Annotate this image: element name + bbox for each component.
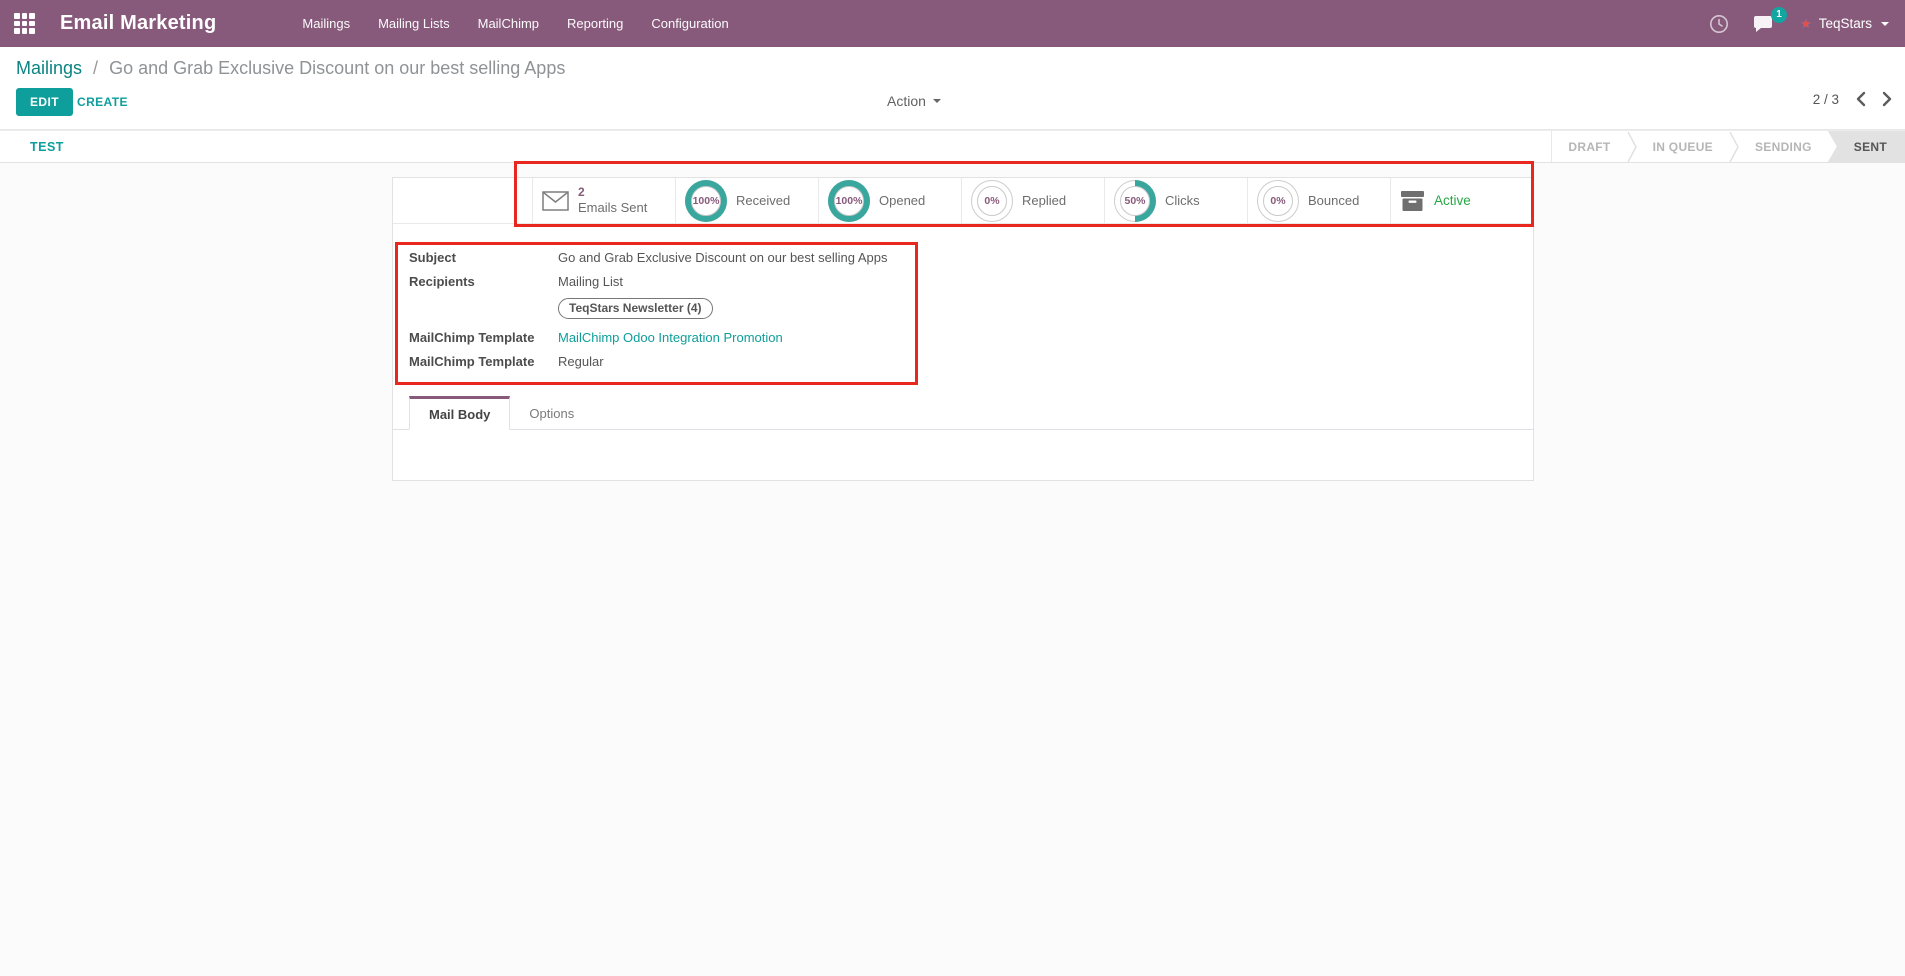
subject-field-row: Subject Go and Grab Exclusive Discount o… xyxy=(409,250,1533,265)
opened-donut: 100% xyxy=(828,180,870,222)
replied-donut: 0% xyxy=(971,180,1013,222)
top-navbar: Email Marketing Mailings Mailing Lists M… xyxy=(0,0,1905,47)
email-marketing-page: Email Marketing Mailings Mailing Lists M… xyxy=(0,0,1905,976)
edit-button[interactable]: EDIT xyxy=(16,88,73,116)
envelope-icon xyxy=(542,191,569,211)
tab-options[interactable]: Options xyxy=(510,396,593,430)
breadcrumb-mailings-link[interactable]: Mailings xyxy=(16,58,82,78)
control-panel: Mailings / Go and Grab Exclusive Discoun… xyxy=(0,47,1905,130)
stat-button-box: 2 Emails Sent 100% Received 100% xyxy=(393,178,1533,224)
menu-mailings[interactable]: Mailings xyxy=(302,16,350,31)
recipients-field-label: Recipients xyxy=(409,274,558,289)
replied-label: Replied xyxy=(1022,193,1066,208)
stage-sending[interactable]: SENDING xyxy=(1739,131,1828,162)
app-title[interactable]: Email Marketing xyxy=(60,12,216,35)
mailchimp-template-type-value: Regular xyxy=(558,354,604,369)
action-label: Action xyxy=(887,93,926,109)
form-view-content: 2 Emails Sent 100% Received 100% xyxy=(0,163,1905,976)
clicks-stat-button[interactable]: 50% Clicks xyxy=(1104,178,1247,223)
notebook-tabs: Mail Body Options xyxy=(393,396,1533,430)
bounced-donut: 0% xyxy=(1257,180,1299,222)
user-name: TeqStars xyxy=(1819,16,1872,31)
form-statusbar: TEST DRAFT IN QUEUE SENDING SENT xyxy=(0,130,1905,163)
stage-draft[interactable]: DRAFT xyxy=(1552,131,1626,162)
mailchimp-template-type-field-label: MailChimp Template xyxy=(409,354,558,369)
breadcrumb: Mailings / Go and Grab Exclusive Discoun… xyxy=(16,58,565,79)
mailchimp-template-type-field-row: MailChimp Template Regular xyxy=(409,354,1533,369)
received-donut: 100% xyxy=(685,180,727,222)
activities-clock-icon[interactable] xyxy=(1709,14,1729,34)
mailchimp-template-link[interactable]: MailChimp Odoo Integration Promotion xyxy=(558,330,783,345)
subject-field-label: Subject xyxy=(409,250,558,265)
stage-steps: DRAFT IN QUEUE SENDING SENT xyxy=(1551,131,1905,162)
clicks-donut: 50% xyxy=(1114,180,1156,222)
stage-separator-icon xyxy=(1729,131,1739,162)
navbar-right: 1 ★ TeqStars xyxy=(1709,14,1889,34)
pager-previous-icon[interactable] xyxy=(1855,91,1866,107)
emails-sent-label: Emails Sent xyxy=(578,200,647,216)
stage-in-queue[interactable]: IN QUEUE xyxy=(1637,131,1729,162)
received-stat-button[interactable]: 100% Received xyxy=(675,178,818,223)
mailchimp-template-field-row: MailChimp Template MailChimp Odoo Integr… xyxy=(409,330,1533,345)
active-label: Active xyxy=(1434,193,1471,208)
mailing-list-tag: TeqStars Newsletter (4) xyxy=(558,298,713,319)
active-stat-button[interactable]: Active xyxy=(1390,178,1533,223)
main-menu: Mailings Mailing Lists MailChimp Reporti… xyxy=(302,16,728,31)
received-label: Received xyxy=(736,193,790,208)
clicks-label: Clicks xyxy=(1165,193,1200,208)
chat-badge: 1 xyxy=(1771,7,1787,23)
replied-stat-button[interactable]: 0% Replied xyxy=(961,178,1104,223)
opened-stat-button[interactable]: 100% Opened xyxy=(818,178,961,223)
pager-next-icon[interactable] xyxy=(1882,91,1893,107)
apps-menu-icon[interactable] xyxy=(14,13,35,34)
menu-mailchimp[interactable]: MailChimp xyxy=(478,16,539,31)
menu-mailing-lists[interactable]: Mailing Lists xyxy=(378,16,450,31)
stage-sent[interactable]: SENT xyxy=(1828,131,1905,162)
archive-box-icon xyxy=(1400,190,1425,212)
chevron-down-icon xyxy=(1881,22,1889,26)
mailing-list-tag-row: TeqStars Newsletter (4) xyxy=(409,298,1533,319)
subject-field-value: Go and Grab Exclusive Discount on our be… xyxy=(558,250,888,265)
chevron-down-icon xyxy=(933,99,941,103)
mailchimp-template-field-label: MailChimp Template xyxy=(409,330,558,345)
breadcrumb-current: Go and Grab Exclusive Discount on our be… xyxy=(109,58,565,78)
recipients-field-value: Mailing List xyxy=(558,274,623,289)
emails-sent-stat-button[interactable]: 2 Emails Sent xyxy=(532,178,675,223)
action-dropdown[interactable]: Action xyxy=(887,93,941,109)
mail-body-tab-content xyxy=(393,430,1533,480)
pager-value: 2 / 3 xyxy=(1813,92,1839,107)
form-sheet: 2 Emails Sent 100% Received 100% xyxy=(392,177,1534,481)
recipients-field-row: Recipients Mailing List xyxy=(409,274,1533,289)
pager: 2 / 3 xyxy=(1813,91,1893,107)
opened-label: Opened xyxy=(879,193,925,208)
company-star-icon: ★ xyxy=(1800,16,1812,32)
form-fields: Subject Go and Grab Exclusive Discount o… xyxy=(393,224,1533,369)
tab-mail-body[interactable]: Mail Body xyxy=(409,396,510,430)
test-button[interactable]: TEST xyxy=(30,140,64,154)
bounced-stat-button[interactable]: 0% Bounced xyxy=(1247,178,1390,223)
stage-separator-icon xyxy=(1627,131,1637,162)
create-button[interactable]: CREATE xyxy=(77,95,128,109)
menu-reporting[interactable]: Reporting xyxy=(567,16,623,31)
messages-chat-icon[interactable]: 1 xyxy=(1753,14,1776,34)
breadcrumb-separator: / xyxy=(93,58,98,78)
bounced-label: Bounced xyxy=(1308,193,1359,208)
menu-configuration[interactable]: Configuration xyxy=(651,16,728,31)
emails-sent-count: 2 xyxy=(578,185,647,200)
user-menu[interactable]: ★ TeqStars xyxy=(1800,16,1889,32)
